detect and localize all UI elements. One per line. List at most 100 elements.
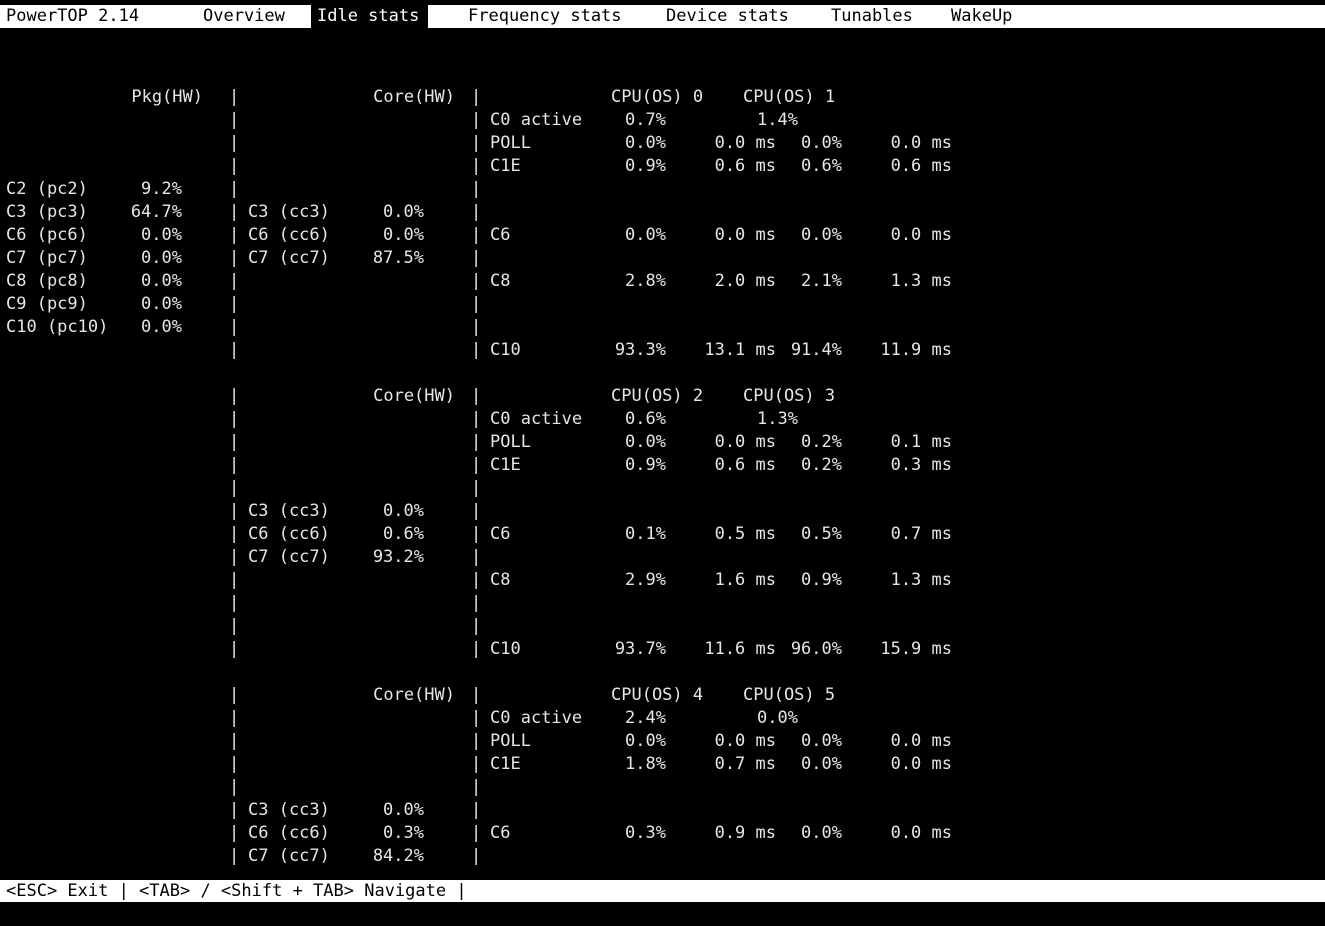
- footer-help-text: <ESC> Exit | <TAB> / <Shift + TAB> Navig…: [6, 881, 467, 901]
- stats-row: | | C10 93.3% 13.1 ms 91.4% 11.9 ms: [0, 339, 1325, 362]
- cstate-name: C0 active: [490, 409, 583, 429]
- cstate-pct: 2.8%: [625, 271, 666, 291]
- column-separator: |: [229, 386, 240, 406]
- stats-row: | C3 (cc3) 0.0% |: [0, 500, 1325, 523]
- cstate-pct: 0.9%: [801, 570, 842, 590]
- cstate-time: 0.6 ms: [714, 156, 776, 176]
- cpu-header: CPU(OS) 1: [743, 87, 836, 107]
- core-state-name: C7 (cc7): [248, 248, 330, 268]
- column-separator: |: [229, 432, 240, 452]
- column-separator: |: [229, 593, 240, 613]
- cstate-time: 0.6 ms: [714, 455, 776, 475]
- stats-row: Pkg(HW) | Core(HW) | CPU(OS) 0 CPU(OS) 1: [0, 86, 1325, 109]
- column-separator: |: [471, 754, 482, 774]
- core-state-name: C7 (cc7): [248, 846, 330, 866]
- core-state-value: 84.2%: [372, 846, 424, 866]
- cstate-name: POLL: [490, 731, 531, 751]
- stats-row: C7 (pc7) 0.0% | C7 (cc7) 87.5% |: [0, 247, 1325, 270]
- stats-row: | C6 (cc6) 0.6% | C6 0.1% 0.5 ms 0.5% 0.7 ms: [0, 523, 1325, 546]
- cstate-name: POLL: [490, 432, 531, 452]
- column-separator: |: [229, 616, 240, 636]
- column-separator: |: [471, 501, 482, 521]
- column-separator: |: [471, 156, 482, 176]
- column-separator: |: [471, 455, 482, 475]
- core-state-name: C7 (cc7): [248, 547, 330, 567]
- cstate-time: 2.0 ms: [714, 271, 776, 291]
- cstate-time: 0.0 ms: [890, 225, 952, 245]
- column-separator: |: [471, 478, 482, 498]
- pkg-state-value: 0.0%: [141, 248, 182, 268]
- column-separator: |: [229, 846, 240, 866]
- column-separator: |: [229, 685, 240, 705]
- column-separator: |: [229, 87, 240, 107]
- core-state-value: 0.0%: [383, 501, 424, 521]
- cstate-pct: 0.3%: [625, 823, 666, 843]
- stats-row: | | POLL 0.0% 0.0 ms 0.0% 0.0 ms: [0, 730, 1325, 753]
- column-separator: |: [471, 800, 482, 820]
- cstate-time: 0.0 ms: [714, 731, 776, 751]
- column-separator: |: [229, 133, 240, 153]
- cstate-time: 0.0 ms: [714, 432, 776, 452]
- cstate-pct: 91.4%: [790, 340, 842, 360]
- column-separator: |: [471, 179, 482, 199]
- pkg-state-name: C10 (pc10): [6, 317, 109, 337]
- column-separator: |: [471, 317, 482, 337]
- column-separator: |: [229, 317, 240, 337]
- stats-row: | |: [0, 615, 1325, 638]
- cstate-name: C1E: [490, 156, 521, 176]
- cstate-name: C1E: [490, 455, 521, 475]
- column-separator: |: [229, 409, 240, 429]
- core-state-name: C6 (cc6): [248, 225, 330, 245]
- cstate-name: C8: [490, 271, 511, 291]
- cstate-name: C0 active: [490, 708, 583, 728]
- core-state-value: 0.6%: [383, 524, 424, 544]
- cstate-name: C1E: [490, 754, 521, 774]
- stats-row: | | POLL 0.0% 0.0 ms 0.2% 0.1 ms: [0, 431, 1325, 454]
- column-separator: |: [471, 570, 482, 590]
- column-separator: |: [471, 409, 482, 429]
- cstate-pct: 0.0%: [625, 133, 666, 153]
- core-state-name: C6 (cc6): [248, 823, 330, 843]
- cstate-pct: 0.0%: [801, 823, 842, 843]
- stats-row: C2 (pc2) 9.2% | |: [0, 178, 1325, 201]
- cstate-time: 11.6 ms: [704, 639, 776, 659]
- stats-row: C9 (pc9) 0.0% | |: [0, 293, 1325, 316]
- core-header: Core(HW): [373, 685, 455, 705]
- cpu-header: CPU(OS) 5: [743, 685, 836, 705]
- pkg-state-name: C9 (pc9): [6, 294, 88, 314]
- column-separator: |: [229, 731, 240, 751]
- column-separator: |: [229, 823, 240, 843]
- idle-stats-screen: Pkg(HW) | Core(HW) | CPU(OS) 0 CPU(OS) 1 | | C0 …: [0, 0, 1325, 902]
- column-separator: |: [471, 248, 482, 268]
- column-separator: |: [229, 547, 240, 567]
- cstate-pct: 0.9%: [625, 156, 666, 176]
- footer-help-bar: <ESC> Exit | <TAB> / <Shift + TAB> Navig…: [0, 880, 1325, 902]
- column-separator: |: [229, 248, 240, 268]
- core-state-value: 0.0%: [383, 800, 424, 820]
- cstate-time: 0.7 ms: [890, 524, 952, 544]
- pkg-state-name: C7 (pc7): [6, 248, 88, 268]
- cpu-header: CPU(OS) 4: [611, 685, 704, 705]
- core-state-value: 0.3%: [383, 823, 424, 843]
- cstate-pct: 0.1%: [625, 524, 666, 544]
- cstate-time: 0.6 ms: [890, 156, 952, 176]
- core-state-value: 0.0%: [383, 225, 424, 245]
- column-separator: |: [229, 455, 240, 475]
- cstate-pct: 0.0%: [625, 432, 666, 452]
- stats-row: | Core(HW) | CPU(OS) 2 CPU(OS) 3: [0, 385, 1325, 408]
- stats-row: | |: [0, 477, 1325, 500]
- pkg-state-name: C6 (pc6): [6, 225, 88, 245]
- cstate-pct: 0.5%: [801, 524, 842, 544]
- stats-row: | | C10 93.7% 11.6 ms 96.0% 15.9 ms: [0, 638, 1325, 661]
- pkg-state-value: 0.0%: [141, 317, 182, 337]
- cstate-name: C6: [490, 823, 511, 843]
- cstate-time: 0.7 ms: [714, 754, 776, 774]
- column-separator: |: [229, 708, 240, 728]
- pkg-header: Pkg(HW): [131, 87, 203, 107]
- cstate-pct: 1.4%: [757, 110, 798, 130]
- core-header: Core(HW): [373, 386, 455, 406]
- column-separator: |: [229, 570, 240, 590]
- cstate-time: 1.3 ms: [890, 271, 952, 291]
- column-separator: |: [229, 294, 240, 314]
- pkg-state-value: 0.0%: [141, 225, 182, 245]
